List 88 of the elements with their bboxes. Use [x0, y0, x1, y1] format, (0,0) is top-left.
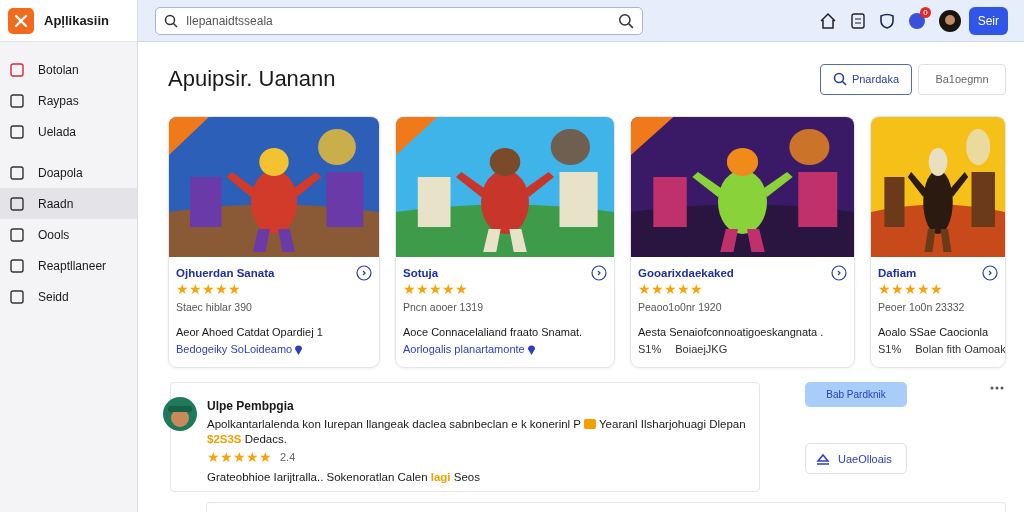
star-icon: ★ — [215, 281, 228, 297]
card-detail: BoiaejJKG — [675, 343, 728, 355]
search-icon — [832, 72, 847, 86]
star-icon: ★ — [246, 449, 259, 465]
star-icon: ★ — [455, 281, 468, 297]
star-icon: ★ — [228, 281, 241, 297]
card-description: Aoalo SSae Caocionla — [878, 326, 990, 338]
star-icon: ★ — [442, 281, 455, 297]
info-icon[interactable] — [982, 265, 998, 281]
sidebar-item[interactable]: Botolan — [0, 54, 137, 85]
game-card[interactable]: Sotuja ★★★★★ Pncn aooer 1319 Aoce Connacelaliand fraato Snamat. Aorlogalis planartamonte — [395, 116, 615, 368]
action-button[interactable]: UaeOlloais — [805, 443, 907, 474]
card-link[interactable]: Aorlogalis planartamonte — [403, 343, 525, 355]
card-title[interactable]: Gooarixdaekaked — [638, 267, 734, 279]
star-icon: ★ — [677, 281, 690, 297]
star-icon: ★ — [176, 281, 189, 297]
header-button[interactable]: Seir — [968, 6, 1008, 35]
pin-icon — [294, 343, 304, 355]
avatar[interactable] — [938, 9, 961, 32]
card-link[interactable]: Bedogeiky SoLoideamo — [176, 343, 293, 355]
game-card[interactable]: Gooarixdaekaked ★★★★★ Peaoo1o0nr 1920 Aesta Senaiofconnoatigoeskangnata . S1% BoiaejJKG — [630, 116, 855, 368]
toolbar-button[interactable]: Ba1oegmn — [918, 63, 1006, 95]
card-meta: Pncn aooer 1319 — [403, 301, 484, 313]
info-icon[interactable] — [591, 265, 607, 281]
card-meta: Staec hiblar 390 — [176, 301, 253, 313]
info-icon[interactable] — [831, 265, 847, 281]
stack-icon — [816, 452, 830, 465]
star-icon: ★ — [259, 449, 272, 465]
star-icon: ★ — [690, 281, 703, 297]
document-icon[interactable] — [850, 12, 865, 29]
sidebar-item[interactable]: Seidd — [0, 281, 137, 312]
search-bar[interactable]: Ilepanaidtsseala — [155, 6, 643, 35]
card-title[interactable]: Sotuja — [403, 267, 439, 279]
search-icon[interactable] — [618, 12, 634, 29]
search-field[interactable]: Ilepanaidtsseala — [184, 12, 612, 29]
info-icon[interactable] — [356, 265, 372, 281]
logo-icon — [8, 7, 34, 34]
review-score: 2.4 — [280, 451, 296, 463]
tooltip-button[interactable]: Bab Pardknik — [805, 382, 907, 407]
star-icon: ★ — [220, 449, 233, 465]
sidebar-item[interactable]: Uelada — [0, 116, 137, 147]
star-icon: ★ — [416, 281, 429, 297]
review-author: Ulpe Pembpgia — [207, 399, 294, 413]
star-icon: ★ — [651, 281, 664, 297]
star-icon: ★ — [891, 281, 904, 297]
card-title[interactable]: Ojhuerdan Sanata — [176, 267, 275, 279]
star-icon: ★ — [878, 281, 891, 297]
star-icon: ★ — [638, 281, 651, 297]
more-icon[interactable] — [990, 386, 1004, 390]
card-detail: S1% — [878, 343, 902, 355]
star-icon: ★ — [207, 449, 220, 465]
card-detail: Bolan fith Oamoak — [915, 343, 1005, 355]
sidebar-item[interactable]: Reaptllaneer — [0, 250, 137, 281]
sidebar-item[interactable]: Doapola — [0, 157, 137, 188]
star-icon: ★ — [189, 281, 202, 297]
card-meta: Peoer 1o0n 23332 — [878, 301, 966, 313]
pin-icon — [526, 343, 536, 355]
search-icon — [164, 13, 178, 28]
page-title: Apuipsir. Uanann — [168, 66, 336, 92]
star-icon: ★ — [233, 449, 246, 465]
game-card[interactable]: Dafiam ★★★★★ Peoer 1o0n 23332 Aoalo SSae Caocionla S1% Bolan fith Oamoak — [870, 116, 1006, 368]
star-icon: ★ — [917, 281, 930, 297]
shield-icon[interactable] — [878, 12, 895, 29]
sidebar-item[interactable]: Raypas — [0, 85, 137, 116]
star-icon: ★ — [429, 281, 442, 297]
avatar — [163, 397, 197, 431]
game-card[interactable]: Ojhuerdan Sanata ★★★★★ Staec hiblar 390 Aeor Ahoed Catdat Opardiej 1 Bedogeiky SoLoideamo — [168, 116, 380, 368]
star-icon: ★ — [904, 281, 917, 297]
card-description: Aesta Senaiofconnoatigoeskangnata . — [638, 326, 825, 338]
toolbar-button[interactable]: Pnardaka — [819, 63, 912, 95]
notification-button[interactable] — [908, 12, 925, 29]
app-name: Apļlikasiin — [44, 13, 110, 28]
star-icon: ★ — [403, 281, 416, 297]
star-icon: ★ — [664, 281, 677, 297]
tag-icon — [584, 419, 596, 429]
star-icon: ★ — [202, 281, 215, 297]
sidebar-item[interactable]: Raadn — [0, 188, 137, 219]
sidebar-item[interactable]: Oools — [0, 219, 137, 250]
card-description: Aeor Ahoed Catdat Opardiej 1 — [176, 326, 324, 338]
notification-badge: 0 — [920, 6, 931, 18]
star-icon: ★ — [930, 281, 943, 297]
card-meta: Peaoo1o0nr 1920 — [638, 301, 723, 313]
card-detail: S1% — [638, 343, 662, 355]
review-text: Apolkantarlalenda kon Iurepan llangeak daclea sabnbeclan e k konerinl P Yearanl Ilsharjohuagi Dlepan $2S3S Dedacs. — [207, 417, 747, 447]
card-description: Aoce Connacelaliand fraato Snamat. — [403, 326, 584, 338]
home-icon[interactable] — [818, 11, 837, 30]
review-footer: Grateobhioe Iarijtralla.. Sokenoratlan Calen Iagi Seos — [207, 471, 749, 483]
card-title[interactable]: Dafiam — [878, 267, 917, 279]
